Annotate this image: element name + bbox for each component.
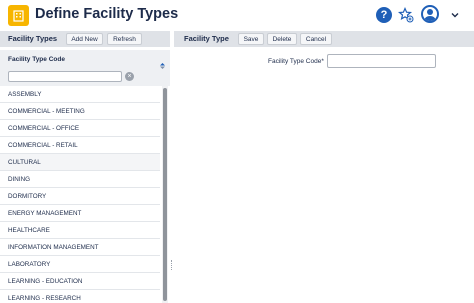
list-item[interactable]: ASSEMBLY <box>0 86 160 103</box>
cancel-button[interactable]: Cancel <box>300 33 332 45</box>
refresh-button[interactable]: Refresh <box>107 33 142 45</box>
sort-icon[interactable] <box>160 56 165 69</box>
column-header[interactable]: Facility Type Code <box>8 56 65 63</box>
scrollbar-thumb[interactable] <box>163 88 167 301</box>
save-button[interactable]: Save <box>238 33 264 45</box>
facility-type-toolbar: Facility Type Save Delete Cancel <box>174 31 474 47</box>
user-avatar-icon[interactable] <box>421 5 439 23</box>
panel-title: Facility Types <box>8 34 58 43</box>
favorite-star-icon[interactable] <box>398 7 414 23</box>
facility-types-toolbar: Facility Types Add New Refresh <box>0 31 170 47</box>
list-item[interactable]: INFORMATION MANAGEMENT <box>0 239 160 256</box>
facility-type-list: ASSEMBLY COMMERCIAL - MEETING COMMERCIAL -… <box>0 86 160 303</box>
facility-type-code-field[interactable] <box>327 54 436 68</box>
list-item[interactable]: ENERGY MANAGEMENT <box>0 205 160 222</box>
filter-input[interactable] <box>8 71 122 82</box>
list-item[interactable]: CULTURAL <box>0 154 160 171</box>
list-item[interactable]: DINING <box>0 171 160 188</box>
field-label: Facility Type Code* <box>268 58 324 65</box>
list-item[interactable]: COMMERCIAL - OFFICE <box>0 120 160 137</box>
delete-button[interactable]: Delete <box>267 33 297 45</box>
page-header: Define Facility Types ? <box>0 0 474 30</box>
list-item[interactable]: COMMERCIAL - RETAIL <box>0 137 160 154</box>
panel-title: Facility Type <box>184 34 229 43</box>
panel-splitter[interactable] <box>171 260 173 270</box>
list-item[interactable]: LEARNING - EDUCATION <box>0 273 160 290</box>
building-icon <box>8 5 29 26</box>
chevron-down-icon[interactable] <box>447 7 463 23</box>
list-item[interactable]: DORMITORY <box>0 188 160 205</box>
help-icon[interactable]: ? <box>376 7 392 23</box>
clear-filter-icon[interactable]: × <box>125 72 134 81</box>
list-item[interactable]: HEALTHCARE <box>0 222 160 239</box>
add-new-button[interactable]: Add New <box>66 33 103 45</box>
list-item[interactable]: COMMERCIAL - MEETING <box>0 103 160 120</box>
page-title: Define Facility Types <box>35 6 179 22</box>
list-item[interactable]: LEARNING - RESEARCH <box>0 290 160 303</box>
list-item[interactable]: LABORATORY <box>0 256 160 273</box>
grid-header: Facility Type Code × <box>0 50 170 86</box>
help-glyph: ? <box>380 9 388 21</box>
